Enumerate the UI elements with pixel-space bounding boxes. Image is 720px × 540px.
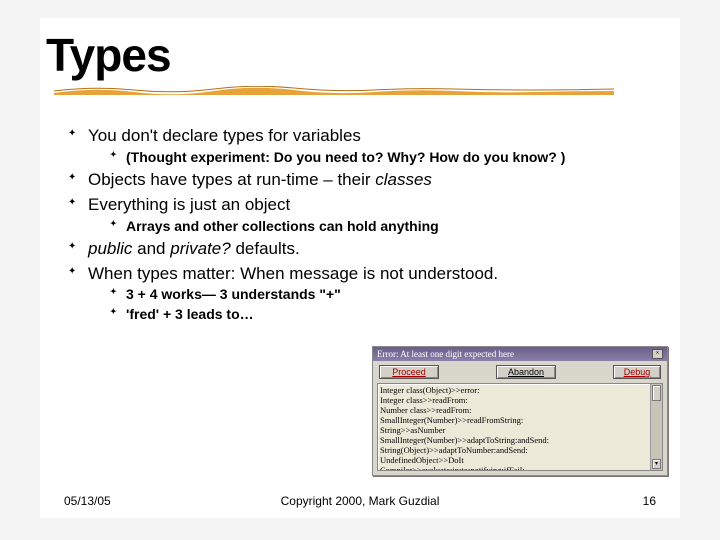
slide-title: Types: [40, 18, 680, 82]
chevron-down-icon[interactable]: ▾: [652, 459, 661, 469]
stack-line[interactable]: SmallInteger(Number)>>adaptToString:andS…: [380, 435, 660, 445]
stack-line[interactable]: Compiler>>evaluate:in:to:notifying:ifFai…: [380, 465, 660, 471]
stack-line[interactable]: Integer class(Object)>>error:: [380, 385, 660, 395]
bullet-5-text: When types matter: When message is not u…: [88, 264, 498, 283]
proceed-button[interactable]: Proceed: [379, 365, 439, 379]
bullet-1-text: You don't declare types for variables: [88, 126, 361, 145]
bullet-4-post: defaults.: [231, 239, 300, 258]
bullet-2: Objects have types at run-time – their c…: [68, 169, 680, 192]
bullet-5b: 'fred' + 3 leads to…: [110, 305, 680, 324]
title-underline: [54, 86, 614, 95]
footer: 05/13/05 Copyright 2000, Mark Guzdial 16: [64, 494, 656, 508]
footer-page: 16: [643, 494, 656, 508]
bullet-list: You don't declare types for variables (T…: [40, 125, 680, 324]
abandon-button[interactable]: Abandon: [496, 365, 556, 379]
close-icon[interactable]: ×: [652, 349, 663, 359]
bullet-4-mid: and: [132, 239, 170, 258]
bullet-3a: Arrays and other collections can hold an…: [110, 217, 680, 236]
stack-line[interactable]: Integer class>>readFrom:: [380, 395, 660, 405]
stack-line[interactable]: UndefinedObject>>DoIt: [380, 455, 660, 465]
scrollbar-thumb[interactable]: [652, 385, 661, 401]
slide: Types You don't declare types for variab…: [40, 18, 680, 518]
bullet-2-text: Objects have types at run-time – their: [88, 170, 375, 189]
bullet-4-em2: private?: [170, 239, 230, 258]
bullet-4-em1: public: [88, 239, 132, 258]
dialog-titlebar[interactable]: Error: At least one digit expected here …: [373, 347, 667, 361]
dialog-button-row: Proceed Abandon Debug: [373, 361, 667, 383]
bullet-1a: (Thought experiment: Do you need to? Why…: [110, 148, 680, 167]
bullet-5a: 3 + 4 works— 3 understands "+": [110, 285, 680, 304]
bullet-1: You don't declare types for variables (T…: [68, 125, 680, 167]
footer-date: 05/13/05: [64, 494, 111, 508]
bullet-5: When types matter: When message is not u…: [68, 263, 680, 325]
stack-trace-list[interactable]: Integer class(Object)>>error: Integer cl…: [377, 383, 663, 471]
scrollbar[interactable]: ▾: [650, 384, 662, 470]
stack-line[interactable]: String(Object)>>adaptToNumber:andSend:: [380, 445, 660, 455]
bullet-3: Everything is just an object Arrays and …: [68, 194, 680, 236]
dialog-title: Error: At least one digit expected here: [377, 349, 514, 359]
bullet-2-em: classes: [375, 170, 432, 189]
bullet-4: public and private? defaults.: [68, 238, 680, 261]
bullet-3-text: Everything is just an object: [88, 195, 290, 214]
stack-line[interactable]: SmallInteger(Number)>>readFromString:: [380, 415, 660, 425]
stack-line[interactable]: String>>asNumber: [380, 425, 660, 435]
debug-button[interactable]: Debug: [613, 365, 661, 379]
footer-copyright: Copyright 2000, Mark Guzdial: [281, 494, 440, 508]
stack-line[interactable]: Number class>>readFrom:: [380, 405, 660, 415]
error-dialog: Error: At least one digit expected here …: [372, 346, 668, 476]
